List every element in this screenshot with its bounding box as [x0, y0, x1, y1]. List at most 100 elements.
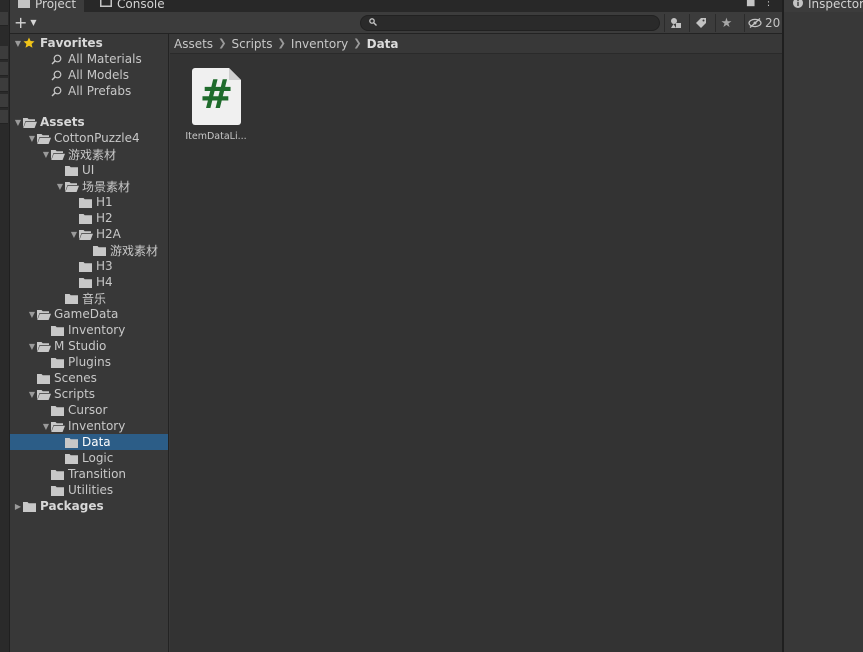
lock-icon[interactable]: ■	[746, 0, 755, 8]
tree-item[interactable]: All Materials	[10, 51, 168, 67]
tree-item[interactable]: All Models	[10, 67, 168, 83]
breadcrumb-item[interactable]: Assets	[174, 37, 213, 51]
panel-controls: ■ ⋮	[746, 0, 773, 8]
expand-arrow-icon[interactable]: ▼	[13, 118, 23, 127]
tab-project[interactable]: Project	[10, 0, 85, 12]
tree-item-label: H1	[96, 195, 113, 209]
chevron-right-icon: ❯	[218, 38, 227, 49]
tree-item-label: CottonPuzzle4	[54, 131, 140, 145]
tree-item[interactable]: ▼ CottonPuzzle4	[10, 130, 168, 146]
tree-item[interactable]: UI	[10, 162, 168, 178]
expand-arrow-icon[interactable]: ▼	[27, 310, 37, 319]
tree-item-label: 游戏素材	[68, 147, 117, 162]
left-dock-strip	[0, 0, 10, 652]
collapse-arrow-icon[interactable]: ▶	[13, 502, 23, 511]
asset-item[interactable]: # ItemDataLi...	[182, 68, 250, 148]
tree-item[interactable]: ▼ 游戏素材	[10, 146, 168, 162]
folder-open-icon	[23, 116, 37, 128]
tree-item[interactable]: Utilities	[10, 482, 168, 498]
tree-item[interactable]: All Prefabs	[10, 83, 168, 99]
tree-item[interactable]: ▼ H2A	[10, 226, 168, 242]
tree-item-label: All Materials	[68, 52, 142, 66]
tree-item[interactable]: 游戏素材	[10, 242, 168, 258]
folder-open-icon	[65, 180, 79, 192]
folder-icon	[51, 356, 65, 368]
tree-item[interactable]: Data	[10, 434, 168, 450]
search-by-label-button[interactable]	[689, 14, 711, 32]
dock-stub[interactable]	[0, 12, 8, 26]
tab-label: Inspector	[808, 0, 863, 11]
dock-stub[interactable]	[0, 110, 8, 124]
tree-item-label: All Models	[68, 68, 129, 82]
breadcrumb-item[interactable]: Scripts	[231, 37, 272, 51]
tree-item-label: Inventory	[68, 419, 126, 433]
expand-arrow-icon[interactable]: ▼	[55, 182, 65, 191]
tree-item-label: 场景素材	[82, 179, 131, 194]
tree-item[interactable]: 音乐	[10, 290, 168, 306]
tab-label: Project	[35, 0, 77, 11]
tree-item-label: Favorites	[40, 36, 103, 50]
tree-item[interactable]: ▼ GameData	[10, 306, 168, 322]
tree-item[interactable]: ▼ Scripts	[10, 386, 168, 402]
tree-item-label: M Studio	[54, 339, 107, 353]
asset-browser[interactable]: Assets ❯ Scripts ❯ Inventory ❯ Data # ItemData…	[170, 34, 782, 652]
folder-icon	[51, 404, 65, 416]
more-options-icon[interactable]: ⋮	[763, 0, 773, 8]
search-input[interactable]	[381, 16, 641, 30]
tree-item-label: Cursor	[68, 403, 108, 417]
tree-item[interactable]: ▶ Packages	[10, 498, 168, 514]
favorites-button[interactable]: ★	[715, 14, 737, 32]
breadcrumb: Assets ❯ Scripts ❯ Inventory ❯ Data	[170, 34, 782, 54]
folder-icon	[18, 0, 30, 11]
create-asset-button[interactable]: + ▼	[14, 13, 44, 32]
tree-item[interactable]: Scenes	[10, 370, 168, 386]
tree-item-label: H2	[96, 211, 113, 225]
folder-open-icon	[79, 228, 93, 240]
tree-item[interactable]: H3	[10, 258, 168, 274]
tree-item-label: 音乐	[82, 291, 107, 306]
folder-icon	[65, 292, 79, 304]
tree-item[interactable]: ▼ Favorites	[10, 35, 168, 51]
tree-item[interactable]: ▼ Assets	[10, 114, 168, 130]
expand-arrow-icon[interactable]: ▼	[13, 39, 23, 48]
project-folder-tree[interactable]: ▼ Favorites All Materials All Models All Pre…	[10, 34, 169, 652]
search-field[interactable]	[360, 15, 660, 31]
expand-arrow-icon[interactable]: ▼	[69, 230, 79, 239]
search-icon	[369, 17, 377, 29]
folder-open-icon	[51, 420, 65, 432]
search-by-type-button[interactable]	[664, 14, 686, 32]
tree-item[interactable]: H2	[10, 210, 168, 226]
tree-item[interactable]: Transition	[10, 466, 168, 482]
folder-icon	[65, 452, 79, 464]
tree-item[interactable]: Cursor	[10, 402, 168, 418]
tree-item[interactable]: Inventory	[10, 322, 168, 338]
dock-stub[interactable]	[0, 46, 8, 60]
expand-arrow-icon[interactable]: ▼	[27, 390, 37, 399]
tree-item[interactable]: ▼ Inventory	[10, 418, 168, 434]
tree-item[interactable]: Logic	[10, 450, 168, 466]
chevron-right-icon: ❯	[353, 38, 362, 49]
search-icon	[51, 85, 65, 97]
tab-inspector[interactable]: Inspector	[784, 0, 863, 12]
tab-console[interactable]: Console	[92, 0, 173, 12]
expand-arrow-icon[interactable]: ▼	[41, 150, 51, 159]
tree-item[interactable]: Plugins	[10, 354, 168, 370]
dock-stub[interactable]	[0, 78, 8, 92]
breadcrumb-item[interactable]: Inventory	[291, 37, 348, 51]
dock-stub[interactable]	[0, 94, 8, 108]
tree-item[interactable]: ▼ M Studio	[10, 338, 168, 354]
folder-open-icon	[37, 132, 51, 144]
tree-item[interactable]: H1	[10, 194, 168, 210]
folder-open-icon	[51, 148, 65, 160]
expand-arrow-icon[interactable]: ▼	[27, 134, 37, 143]
folder-icon	[79, 260, 93, 272]
expand-arrow-icon[interactable]: ▼	[41, 422, 51, 431]
hidden-packages-toggle[interactable]: 20	[744, 14, 780, 32]
folder-icon	[93, 244, 107, 256]
expand-arrow-icon[interactable]: ▼	[27, 342, 37, 351]
tree-item[interactable]: H4	[10, 274, 168, 290]
type-filter-icon	[670, 18, 681, 28]
breadcrumb-item[interactable]: Data	[367, 37, 399, 51]
dock-stub[interactable]	[0, 62, 8, 76]
tree-item[interactable]: ▼ 场景素材	[10, 178, 168, 194]
